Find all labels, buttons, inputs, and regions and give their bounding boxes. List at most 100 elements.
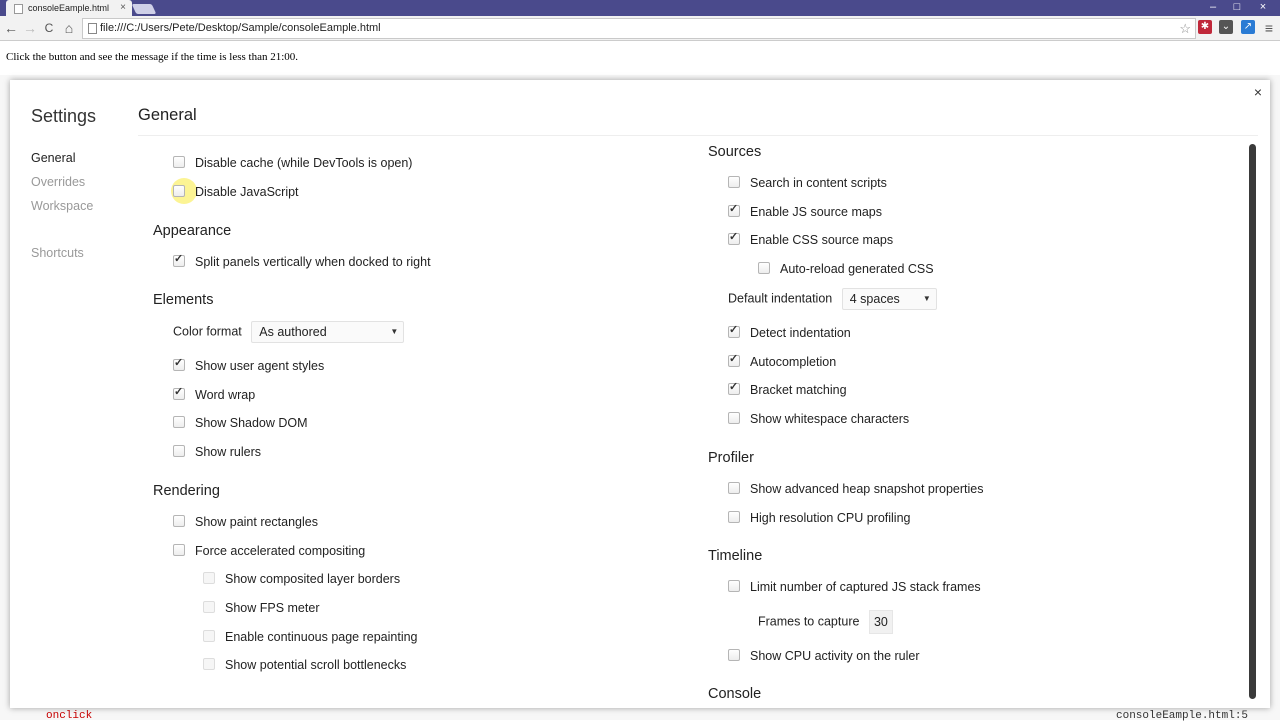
setting-disable-javascript[interactable]: Disable JavaScript: [173, 185, 299, 199]
pocket-icon[interactable]: ⌄: [1219, 20, 1233, 34]
setting-js-source-maps[interactable]: Enable JS source maps: [728, 202, 882, 219]
setting-color-format: Color format As authored ▼: [173, 321, 405, 343]
window-close-button[interactable]: ×: [1252, 0, 1274, 14]
checkbox[interactable]: [728, 649, 740, 661]
checkbox[interactable]: [728, 412, 740, 424]
setting-label: High resolution CPU profiling: [750, 511, 911, 525]
checkbox[interactable]: [173, 445, 185, 457]
console-code: onclick: [46, 710, 93, 722]
checkbox[interactable]: [728, 352, 740, 367]
setting-label: Enable continuous page repainting: [225, 630, 418, 644]
setting-word-wrap[interactable]: Word wrap: [173, 385, 255, 402]
setting-paint-rectangles[interactable]: Show paint rectangles: [173, 515, 318, 529]
setting-show-rulers[interactable]: Show rulers: [173, 445, 261, 459]
checkbox[interactable]: [173, 185, 185, 197]
setting-autocompletion[interactable]: Autocompletion: [728, 352, 837, 369]
setting-label: Show whitespace characters: [750, 412, 910, 426]
setting-label: Show paint rectangles: [195, 515, 318, 529]
setting-label: Show Shadow DOM: [195, 416, 308, 430]
extension-icon[interactable]: ↗: [1241, 20, 1255, 34]
setting-label: Search in content scripts: [750, 176, 887, 190]
checkbox[interactable]: [728, 323, 740, 338]
browser-tab[interactable]: consoleEample.html ×: [6, 0, 132, 16]
setting-label: Show user agent styles: [195, 359, 325, 373]
new-tab-button[interactable]: [131, 4, 157, 14]
checkbox[interactable]: [728, 202, 740, 217]
setting-layer-borders[interactable]: Show composited layer borders: [203, 572, 400, 586]
checkbox[interactable]: [758, 262, 770, 274]
checkbox[interactable]: [173, 544, 185, 556]
checkbox[interactable]: [203, 630, 215, 642]
setting-bracket-matching[interactable]: Bracket matching: [728, 380, 847, 397]
setting-limit-stack-frames[interactable]: Limit number of captured JS stack frames: [728, 580, 981, 594]
setting-auto-reload-css[interactable]: Auto-reload generated CSS: [758, 262, 934, 276]
bookmark-star-icon[interactable]: ☆: [1179, 19, 1191, 38]
setting-label: Autocompletion: [750, 355, 837, 369]
setting-shadow-dom[interactable]: Show Shadow DOM: [173, 416, 308, 430]
settings-dialog: Settings × General Overrides Workspace S…: [10, 80, 1270, 708]
setting-label: Show CPU activity on the ruler: [750, 649, 920, 663]
setting-label: Color format: [173, 324, 242, 339]
nav-workspace[interactable]: Workspace: [31, 199, 93, 213]
setting-search-content-scripts[interactable]: Search in content scripts: [728, 176, 887, 190]
setting-scroll-bottlenecks[interactable]: Show potential scroll bottlenecks: [203, 658, 406, 672]
checkbox[interactable]: [728, 580, 740, 592]
home-icon[interactable]: ⌂: [60, 18, 78, 38]
setting-css-source-maps[interactable]: Enable CSS source maps: [728, 230, 893, 247]
setting-split-panels[interactable]: Split panels vertically when docked to r…: [173, 252, 431, 269]
checkbox[interactable]: [203, 601, 215, 613]
menu-icon[interactable]: ≡: [1260, 18, 1278, 38]
console-heading: Console: [708, 686, 762, 702]
checkbox[interactable]: [173, 416, 185, 428]
nav-overrides[interactable]: Overrides: [31, 175, 85, 189]
extension-icon[interactable]: ✱: [1198, 20, 1212, 34]
tab-close-icon[interactable]: ×: [120, 0, 126, 16]
checkbox[interactable]: [173, 156, 185, 168]
appearance-heading: Appearance: [153, 223, 232, 239]
checkbox[interactable]: [728, 176, 740, 188]
frames-input[interactable]: 30: [868, 610, 893, 634]
dropdown-arrow-icon: ▼: [390, 327, 399, 336]
console-source-link[interactable]: consoleEample.html:5: [1116, 710, 1248, 722]
maximize-button[interactable]: □: [1226, 0, 1248, 14]
checkbox[interactable]: [173, 515, 185, 527]
back-icon[interactable]: ←: [2, 18, 20, 38]
divider: [138, 135, 1258, 136]
setting-label: Show advanced heap snapshot properties: [750, 482, 984, 496]
setting-cpu-activity[interactable]: Show CPU activity on the ruler: [728, 649, 920, 663]
address-bar[interactable]: file:///C:/Users/Pete/Desktop/Sample/con…: [82, 18, 1196, 39]
setting-heap-snapshot[interactable]: Show advanced heap snapshot properties: [728, 482, 984, 496]
color-format-select[interactable]: As authored ▼: [251, 321, 405, 343]
checkbox[interactable]: [203, 572, 215, 584]
checkbox[interactable]: [728, 482, 740, 494]
setting-disable-cache[interactable]: Disable cache (while DevTools is open): [173, 156, 412, 170]
nav-shortcuts[interactable]: Shortcuts: [31, 246, 84, 260]
select-value: As authored: [259, 325, 327, 339]
setting-user-agent-styles[interactable]: Show user agent styles: [173, 356, 325, 373]
close-icon[interactable]: ×: [1254, 84, 1262, 100]
checkbox[interactable]: [728, 380, 740, 395]
checkbox[interactable]: [728, 230, 740, 245]
nav-general[interactable]: General: [31, 151, 75, 165]
reload-icon[interactable]: C: [40, 18, 58, 38]
page-message: Click the button and see the message if …: [6, 51, 299, 63]
checkbox[interactable]: [173, 356, 185, 371]
setting-fps-meter[interactable]: Show FPS meter: [203, 601, 319, 615]
minimize-button[interactable]: –: [1202, 0, 1224, 14]
checkbox[interactable]: [203, 658, 215, 670]
forward-icon[interactable]: →: [21, 18, 39, 38]
setting-detect-indentation[interactable]: Detect indentation: [728, 323, 851, 340]
setting-accelerated-compositing[interactable]: Force accelerated compositing: [173, 544, 365, 558]
indentation-select[interactable]: 4 spaces ▼: [841, 288, 937, 310]
scrollbar[interactable]: [1249, 144, 1256, 699]
tab-strip: consoleEample.html × – □ ×: [0, 0, 1280, 16]
setting-cpu-profiling[interactable]: High resolution CPU profiling: [728, 511, 911, 525]
dropdown-arrow-icon: ▼: [922, 294, 931, 303]
checkbox[interactable]: [173, 252, 185, 267]
setting-label: Auto-reload generated CSS: [780, 262, 934, 276]
setting-continuous-repainting[interactable]: Enable continuous page repainting: [203, 630, 418, 644]
checkbox[interactable]: [173, 385, 185, 400]
checkbox[interactable]: [728, 511, 740, 523]
setting-label: Show potential scroll bottlenecks: [225, 658, 407, 672]
setting-whitespace-characters[interactable]: Show whitespace characters: [728, 412, 909, 426]
